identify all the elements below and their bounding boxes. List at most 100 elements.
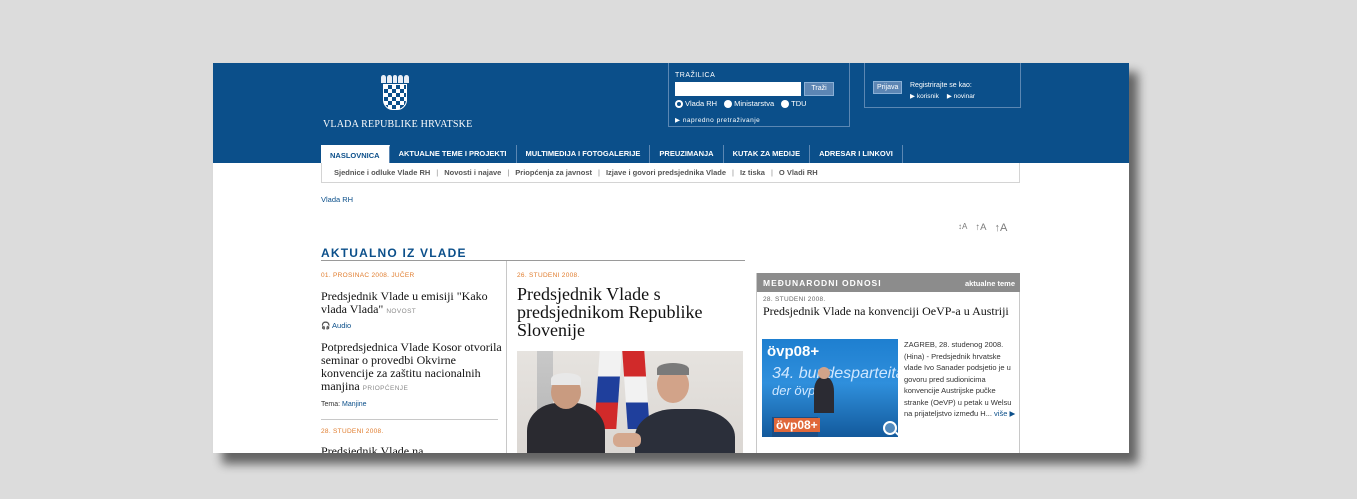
search-input[interactable] <box>675 82 801 96</box>
section-title: AKTUALNO IZ VLADE <box>321 246 467 260</box>
more-link[interactable]: više ▶ <box>994 409 1015 418</box>
topic-line: Tema: Manjine <box>321 401 367 408</box>
register-links: ▶ korisnik ▶ novinar <box>910 92 975 100</box>
nav-kutak-za-medije[interactable]: KUTAK ZA MEDIJE <box>724 145 811 163</box>
news-tag: PRIOPĆENJE <box>362 385 409 392</box>
crest-crown-icon <box>381 75 409 83</box>
panel-text: ZAGREB, 28. studenog 2008. (Hina) - Pred… <box>904 339 1017 420</box>
news-title[interactable]: Predsjednik Vlade na <box>321 445 501 454</box>
subnav-sjednice[interactable]: Sjednice i odluke Vlade RH <box>334 168 430 177</box>
register-user-label: korisnik <box>916 93 939 100</box>
radio-unselected-icon <box>781 99 790 108</box>
register-user-link[interactable]: ▶ korisnik <box>910 92 939 100</box>
topic-link[interactable]: Manjine <box>342 401 367 408</box>
international-relations-panel: MEĐUNARODNI ODNOSI aktualne teme 28. STU… <box>756 273 1020 453</box>
separator: | <box>770 168 773 177</box>
font-label: A <box>980 222 987 233</box>
headphones-icon: 🎧 <box>321 321 331 330</box>
zoom-icon[interactable] <box>883 421 897 435</box>
news-tag: NOVOST <box>386 308 417 315</box>
panel-topics-link[interactable]: aktualne teme <box>965 279 1015 288</box>
advanced-search-link[interactable]: ▶ napredno pretraživanje <box>675 116 760 124</box>
nav-preuzimanja[interactable]: PREUZIMANJA <box>650 145 724 163</box>
photo-logo: övp08+ <box>767 343 820 360</box>
arrow-right-icon: ▶ <box>946 93 954 100</box>
featured-headline[interactable]: Predsjednik Vlade s predsjednikom Republ… <box>517 285 743 339</box>
font-size-controls: ↕A ↑A ↑A <box>958 222 1007 234</box>
login-button[interactable]: Prijava <box>873 81 903 94</box>
panel-photo[interactable]: övp08+ 34. bundesparteitag der övp övp08… <box>762 339 898 437</box>
font-normal-button[interactable]: ↑A <box>975 222 986 234</box>
featured-photo[interactable] <box>517 351 743 453</box>
person-right-hair <box>657 363 689 375</box>
page-frame: VLADA REPUBLIKE HRVATSKE TRAŽILICA Traži… <box>213 63 1129 453</box>
column-divider <box>506 261 507 453</box>
subnav-iz-tiska[interactable]: Iz tiska <box>740 168 765 177</box>
search-title: TRAŽILICA <box>675 72 716 79</box>
speaker <box>814 377 834 413</box>
separator: | <box>732 168 734 177</box>
person-right <box>635 409 735 453</box>
photo-banner: 34. bundesparteitag <box>772 365 898 382</box>
panel-headline[interactable]: Predsjednik Vlade na konvenciji OeVP-a u… <box>763 305 1015 318</box>
section-divider <box>321 260 745 261</box>
radio-unselected-icon <box>724 99 733 108</box>
search-button[interactable]: Traži <box>804 82 834 96</box>
site-name: VLADA REPUBLIKE HRVATSKE <box>323 119 473 130</box>
font-label: A <box>999 222 1008 234</box>
news-list: 01. PROSINAC 2008. JUČER Predsjednik Vla… <box>321 263 506 453</box>
main-nav: NASLOVNICA AKTUALNE TEME I PROJEKTI MULT… <box>321 145 903 163</box>
person-left-hair <box>551 373 581 385</box>
subnav-priopcenja[interactable]: Priopćenja za javnost <box>515 168 592 177</box>
subnav-izjave[interactable]: Izjave i govori predsjednika Vlade <box>606 168 726 177</box>
subnav-o-vladi[interactable]: O Vladi RH <box>779 168 818 177</box>
nav-adresar[interactable]: ADRESAR I LINKOVI <box>810 145 903 163</box>
topic-label: Tema: <box>321 401 341 408</box>
search-box: TRAŽILICA Traži Vlada RH Ministarstva TD… <box>668 63 850 127</box>
photo-podium-logo: övp08+ <box>774 418 820 432</box>
audio-label: Audio <box>332 321 352 330</box>
separator: | <box>436 168 439 177</box>
news-item[interactable]: Predsjednik Vlade u emisiji "Kako vlada … <box>321 290 501 318</box>
news-date: 28. STUDENI 2008. <box>321 428 384 435</box>
radio-label: Vlada RH <box>685 99 718 108</box>
arrow-right-icon: ▶ <box>910 93 917 100</box>
nav-aktualne-teme[interactable]: AKTUALNE TEME I PROJEKTI <box>390 145 517 163</box>
sub-nav: Sjednice i odluke Vlade RH | Novosti i na… <box>321 163 1020 183</box>
handshake <box>613 433 641 447</box>
search-scope: Vlada RH Ministarstva TDU <box>675 99 807 108</box>
audio-link[interactable]: 🎧 Audio <box>321 321 351 330</box>
radio-ministarstva[interactable]: Ministarstva <box>724 99 774 108</box>
register-journalist-link[interactable]: ▶ novinar <box>947 92 975 100</box>
radio-vlada-rh[interactable]: Vlada RH <box>675 99 717 108</box>
coat-of-arms-icon <box>383 84 407 110</box>
panel-date: 28. STUDENI 2008. <box>763 296 826 303</box>
news-item[interactable]: Potpredsjednica Vlade Kosor otvorila sem… <box>321 341 506 395</box>
font-larger-button[interactable]: ↑A <box>994 222 1007 234</box>
separator: | <box>598 168 600 177</box>
featured-story: 26. STUDENI 2008. Predsjednik Vlade s pr… <box>517 263 743 453</box>
subnav-novosti[interactable]: Novosti i najave <box>444 168 501 177</box>
font-smaller-button[interactable]: ↕A <box>958 222 967 234</box>
breadcrumb[interactable]: Vlada RH <box>321 195 353 204</box>
photo-banner-2: der övp <box>772 383 816 398</box>
radio-selected-icon <box>675 99 683 108</box>
radio-label: TDU <box>791 99 807 108</box>
font-label: A <box>962 222 968 231</box>
more-label: više <box>994 409 1008 418</box>
arrow-right-icon: ▶ <box>675 117 683 124</box>
featured-date: 26. STUDENI 2008. <box>517 272 580 279</box>
panel-header: MEĐUNARODNI ODNOSI aktualne teme <box>757 273 1020 292</box>
register-title: Registrirajte se kao: <box>910 82 972 89</box>
panel-summary: ZAGREB, 28. studenog 2008. (Hina) - Pred… <box>904 340 1012 418</box>
site-header: VLADA REPUBLIKE HRVATSKE TRAŽILICA Traži… <box>213 63 1129 163</box>
radio-label: Ministarstva <box>734 99 775 108</box>
person-left <box>527 403 605 453</box>
nav-multimedija[interactable]: MULTIMEDIJA I FOTOGALERIJE <box>517 145 651 163</box>
news-title: Potpredsjednica Vlade Kosor otvorila sem… <box>321 340 502 393</box>
advanced-search-label: napredno pretraživanje <box>682 117 761 124</box>
radio-tdu[interactable]: TDU <box>781 99 807 108</box>
register-journalist-label: novinar <box>953 93 975 100</box>
login-box: Prijava Registrirajte se kao: ▶ korisnik… <box>864 63 1021 108</box>
nav-naslovnica[interactable]: NASLOVNICA <box>321 145 390 163</box>
